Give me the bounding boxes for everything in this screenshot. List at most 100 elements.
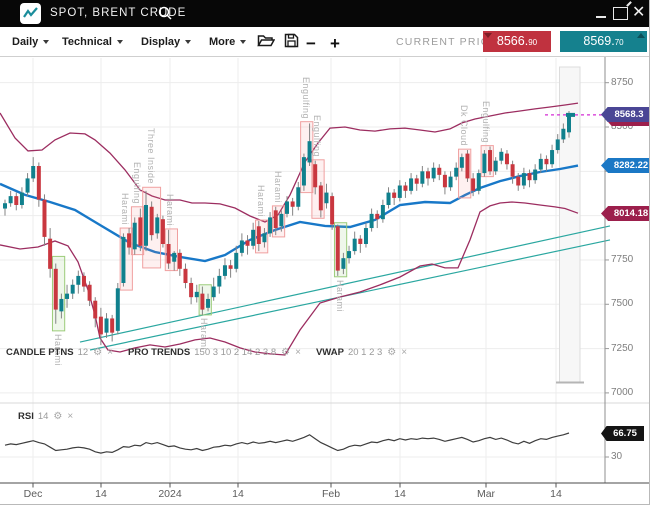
technical-menu[interactable]: Technical — [62, 27, 123, 56]
candle-body — [9, 196, 13, 203]
candle-body — [336, 226, 340, 270]
candle-body — [172, 253, 176, 262]
candle-body — [116, 288, 120, 331]
candle-body — [522, 173, 526, 185]
price-down-arrow-icon — [484, 33, 492, 38]
candle-body — [14, 196, 18, 205]
zoom-out-icon[interactable]: − — [306, 35, 316, 53]
close-window-icon[interactable]: ✕ — [632, 2, 645, 24]
candle-body — [426, 171, 430, 178]
daily-menu[interactable]: Daily — [12, 27, 49, 56]
candle-body — [167, 244, 171, 263]
candle-body — [341, 258, 345, 269]
legend-candle-ptns: CANDLE PTNS — [6, 347, 74, 358]
candle-body — [150, 207, 154, 235]
candle-body — [415, 178, 419, 183]
candle-body — [477, 173, 481, 191]
more-menu[interactable]: More — [209, 27, 246, 56]
candle-body — [302, 157, 306, 185]
display-menu[interactable]: Display — [141, 27, 191, 56]
candle-body — [482, 154, 486, 173]
candle-body — [347, 251, 351, 258]
candle-body — [516, 177, 520, 186]
candle-body — [3, 203, 7, 208]
candle-body — [48, 239, 52, 269]
candle-body — [544, 159, 548, 164]
candle-body — [550, 150, 554, 164]
chevron-down-icon — [240, 40, 246, 44]
candle-body — [308, 141, 312, 162]
candle-body — [189, 283, 193, 297]
candle-body — [381, 205, 385, 219]
candle-body — [324, 193, 328, 204]
candle-body — [127, 233, 131, 247]
ask-price-badge: 8569.70 — [560, 31, 647, 52]
gear-icon[interactable]: ⚙ — [387, 347, 396, 358]
candle-body — [319, 185, 323, 210]
search-icon[interactable] — [157, 5, 173, 21]
candle-body — [268, 217, 272, 233]
candle-body — [200, 294, 204, 310]
candle-body — [409, 178, 413, 190]
rsi-legend-row: RSI 14 ⚙ × — [18, 411, 78, 422]
candle-body — [539, 159, 543, 170]
close-icon[interactable]: × — [107, 347, 113, 358]
candle-body — [556, 139, 560, 150]
candle-body — [274, 210, 278, 228]
chevron-down-icon — [43, 40, 49, 44]
candle-body — [20, 193, 24, 205]
candle-body — [494, 161, 498, 172]
popout-icon[interactable] — [613, 7, 628, 20]
candle-body — [217, 276, 221, 287]
candle-body — [161, 219, 165, 244]
candle-body — [285, 201, 289, 213]
gear-icon[interactable]: ⚙ — [93, 347, 102, 358]
candle-body — [251, 230, 255, 246]
candle-body — [234, 253, 238, 269]
zoom-in-icon[interactable]: + — [330, 35, 340, 53]
candle-body — [65, 294, 69, 299]
candle-body — [279, 214, 283, 226]
candle-body — [499, 152, 503, 161]
candle-body — [437, 168, 441, 175]
candle-body — [71, 285, 75, 294]
candle-body — [432, 168, 436, 179]
candle-body — [195, 292, 199, 297]
candle-body — [82, 276, 86, 287]
candle-body — [505, 154, 509, 165]
bid-price-badge: 8566.90 — [483, 31, 551, 52]
close-icon[interactable]: × — [67, 411, 73, 422]
rsi-line — [5, 433, 569, 453]
gear-icon[interactable]: ⚙ — [53, 411, 62, 422]
candle-body — [567, 115, 571, 132]
candle-body — [178, 253, 182, 269]
gear-icon[interactable]: ⚙ — [281, 347, 290, 358]
candle-body — [291, 201, 295, 206]
legend-vwap: VWAP — [316, 347, 344, 358]
candle-body — [110, 318, 114, 332]
candle-body — [76, 276, 80, 285]
save-icon[interactable] — [284, 33, 299, 51]
candle-body — [528, 173, 532, 180]
candle-body — [420, 171, 424, 183]
candle-body — [183, 269, 187, 283]
candle-body — [296, 187, 300, 206]
price-chart-canvas[interactable] — [0, 0, 650, 505]
candle-body — [449, 177, 453, 188]
candle-body — [212, 287, 216, 298]
chevron-down-icon — [117, 40, 123, 44]
open-folder-icon[interactable] — [257, 33, 275, 51]
close-icon[interactable]: × — [401, 347, 407, 358]
candle-body — [511, 164, 515, 176]
candle-body — [138, 217, 142, 245]
candle-body — [26, 178, 30, 192]
candle-body — [99, 317, 103, 335]
trading-chart-window: 8750850082508000775075007250700030Dec142… — [0, 0, 650, 505]
minimize-icon[interactable] — [596, 16, 606, 18]
candle-body — [370, 214, 374, 228]
candle-body — [330, 196, 334, 224]
candle-body — [313, 164, 317, 187]
legend-pro-trends: PRO TRENDS — [128, 347, 190, 358]
candle-body — [387, 193, 391, 205]
close-icon[interactable]: × — [295, 347, 301, 358]
